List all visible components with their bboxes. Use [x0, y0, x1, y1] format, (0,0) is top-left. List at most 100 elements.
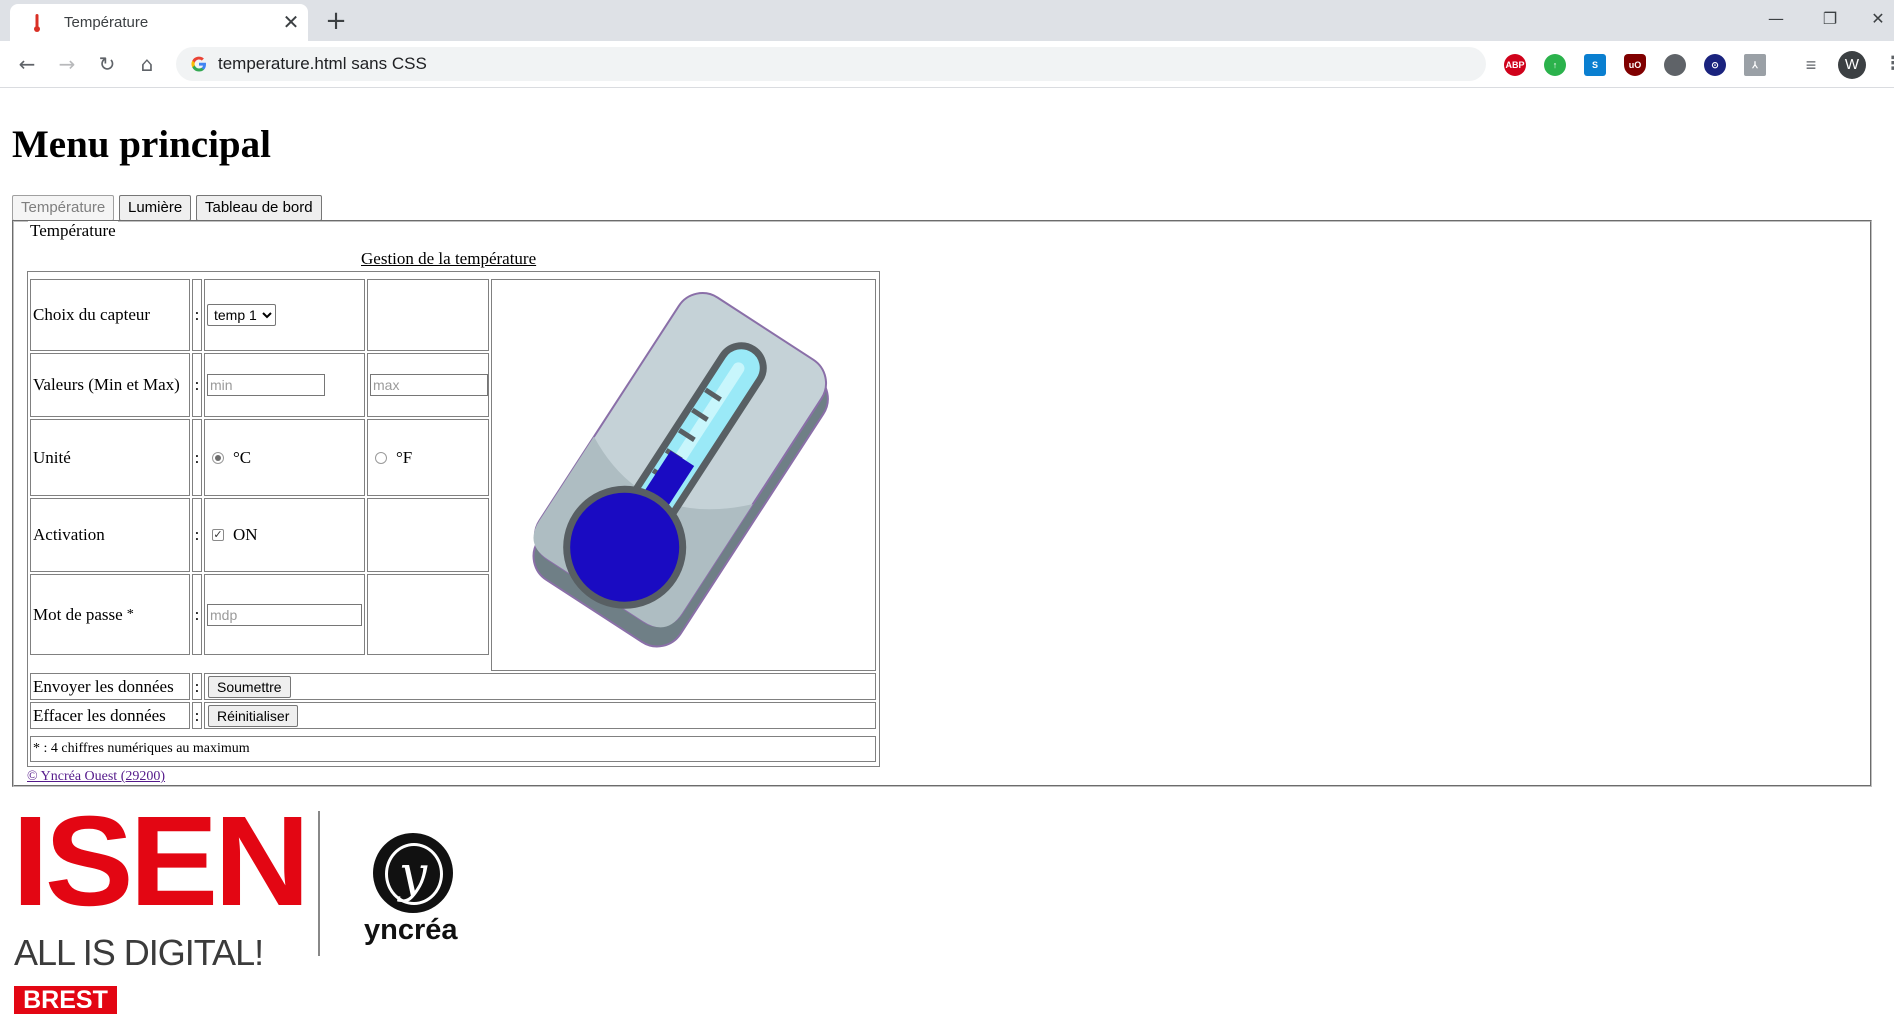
copyright-link[interactable]: © Yncréa Ouest (29200) — [27, 769, 165, 785]
fahrenheit-cell: °F — [367, 419, 489, 496]
footnote: * : 4 chiffres numériques au maximum — [33, 741, 250, 756]
ublock-icon[interactable]: uO — [1624, 54, 1646, 76]
tab-close-icon[interactable]: ✕ — [280, 11, 302, 33]
submit-cell: Soumettre — [204, 673, 876, 700]
adblock-plus-icon[interactable]: ABP — [1504, 54, 1526, 76]
skype-extension-icon[interactable]: S — [1584, 54, 1606, 76]
isen-tagline: ALL IS DIGITAL! — [14, 932, 264, 973]
values-label: Valeurs (Min et Max) — [33, 375, 180, 394]
colon: : — [194, 447, 200, 467]
activation-checkbox[interactable]: ✓ — [212, 529, 224, 541]
sensor-select[interactable]: temp 1 — [207, 304, 276, 326]
activation-on-label: ON — [233, 525, 258, 544]
celsius-cell: °C — [204, 419, 365, 496]
empty-cell — [367, 574, 489, 655]
unit-label: Unité — [33, 447, 71, 467]
colon: : — [194, 676, 200, 696]
send-label-cell: Envoyer les données — [30, 673, 190, 700]
pdf-extension-icon[interactable]: ⅄ — [1744, 54, 1766, 76]
footnote-cell: * : 4 chiffres numériques au maximum — [30, 736, 876, 762]
new-tab-button[interactable]: + — [322, 8, 350, 36]
colon: : — [194, 525, 200, 544]
table-caption: Gestion de la température — [361, 249, 537, 268]
celsius-radio[interactable] — [212, 451, 224, 464]
activation-label: Activation — [33, 525, 105, 544]
colon-cell: : — [192, 353, 202, 417]
browser-menu-icon[interactable]: ⋮ — [1884, 53, 1894, 74]
menu-lumiere-button[interactable]: Lumière — [119, 195, 192, 221]
activation-cell: ✓ ON — [204, 498, 365, 572]
colon: : — [194, 705, 200, 725]
reset-cell: Réinitialiser — [204, 702, 876, 729]
browser-tab[interactable]: Température ✕ — [10, 4, 308, 41]
empty-cell — [367, 498, 489, 572]
activation-label-cell: Activation — [30, 498, 190, 572]
password-input-cell — [204, 574, 365, 655]
browser-toolbar: ← → ↻ ⌂ temperature.html sans CSS ABP ↑ … — [0, 41, 1894, 88]
colon: : — [194, 375, 200, 394]
menu-tableau-de-bord-button[interactable]: Tableau de bord — [196, 195, 322, 221]
browser-tab-strip: Température ✕ + — ❐ ✕ — [0, 0, 1894, 41]
unit-label-cell: Unité — [30, 419, 190, 496]
fahrenheit-label: °F — [396, 447, 413, 467]
colon-cell: : — [192, 702, 202, 729]
sensor-label-cell: Choix du capteur — [30, 279, 190, 351]
fahrenheit-radio[interactable] — [375, 451, 387, 464]
yncrea-mark-letter: y — [398, 845, 428, 903]
min-input[interactable] — [207, 374, 325, 396]
home-icon[interactable]: ⌂ — [132, 49, 162, 79]
menu-temperature-button[interactable]: Température — [12, 195, 115, 221]
thermometer-favicon-icon — [34, 14, 40, 32]
playlist-icon[interactable]: ≡ — [1800, 54, 1822, 76]
sensor-label: Choix du capteur — [33, 305, 151, 324]
min-input-cell — [204, 353, 365, 417]
reset-button[interactable]: Réinitialiser — [208, 704, 299, 727]
max-input[interactable] — [370, 374, 488, 396]
submit-button[interactable]: Soumettre — [208, 675, 291, 698]
password-label: Mot de passe — [33, 604, 123, 624]
colon: : — [194, 604, 200, 624]
sensor-select-cell: temp 1 — [204, 279, 365, 351]
empty-cell — [367, 279, 489, 351]
reload-icon[interactable]: ↻ — [92, 49, 122, 79]
url-text: temperature.html sans CSS — [218, 54, 427, 73]
minimize-icon[interactable]: — — [1754, 6, 1798, 32]
isen-logo-text: ISEN — [12, 790, 310, 933]
values-label-cell: Valeurs (Min et Max) — [30, 353, 190, 417]
grey-circle-extension-icon[interactable] — [1664, 54, 1686, 76]
profile-avatar[interactable]: W — [1838, 51, 1866, 79]
thermometer-image-cell — [491, 279, 876, 671]
max-input-cell — [367, 353, 489, 417]
send-label: Envoyer les données — [33, 676, 174, 696]
back-arrow-icon[interactable]: ← — [12, 49, 42, 79]
lock-extension-icon[interactable]: ⊙ — [1704, 54, 1726, 76]
google-g-icon — [191, 56, 206, 72]
green-extension-icon[interactable]: ↑ — [1544, 54, 1566, 76]
reset-label: Effacer les données — [33, 705, 166, 725]
colon-cell: : — [192, 498, 202, 572]
colon-cell: : — [192, 419, 202, 496]
yncrea-logo-text: yncréa — [364, 914, 458, 946]
temperature-form-table: Choix du capteur : temp 1 Valeurs (Min e… — [27, 271, 880, 767]
yncrea-mark-icon: y — [373, 833, 453, 913]
page-title: Menu principal — [12, 123, 271, 166]
page-content: Menu principal Température Lumière Table… — [0, 88, 1894, 1018]
colon: : — [194, 305, 200, 324]
colon-cell: : — [192, 279, 202, 351]
colon-cell: : — [192, 673, 202, 700]
reset-label-cell: Effacer les données — [30, 702, 190, 729]
fieldset-legend: Température — [28, 221, 118, 241]
restore-icon[interactable]: ❐ — [1808, 6, 1852, 32]
password-input[interactable] — [207, 603, 362, 626]
required-star: * — [126, 606, 134, 622]
close-window-icon[interactable]: ✕ — [1862, 6, 1894, 32]
tab-title: Température — [64, 14, 149, 31]
address-bar[interactable]: temperature.html sans CSS — [176, 47, 1486, 81]
isen-city-badge: BREST — [14, 986, 117, 1014]
logo-divider — [318, 811, 320, 956]
celsius-label: °C — [233, 447, 252, 467]
password-label-cell: Mot de passe * — [30, 574, 190, 655]
forward-arrow-icon[interactable]: → — [52, 49, 82, 79]
thermometer-icon — [532, 292, 829, 648]
colon-cell: : — [192, 574, 202, 655]
